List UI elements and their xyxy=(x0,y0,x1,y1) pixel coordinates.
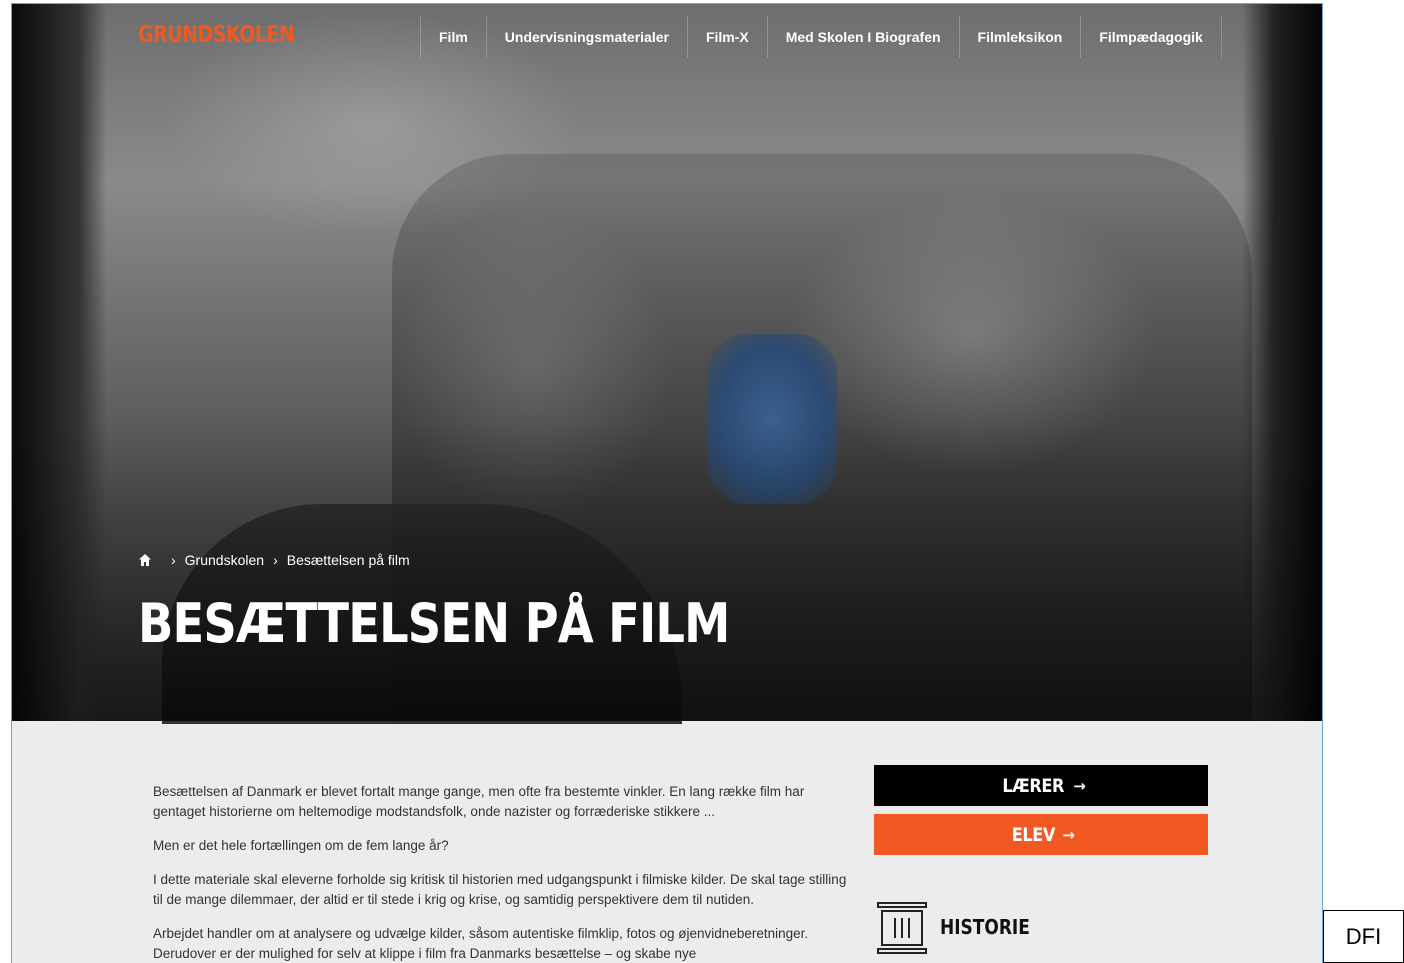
nav-item-med-skolen-i-biografen[interactable]: Med Skolen I Biografen xyxy=(766,16,959,58)
home-icon[interactable] xyxy=(138,553,152,567)
arrow-right-icon: → xyxy=(1062,825,1075,844)
page-title: BESÆTTELSEN PÅ FILM xyxy=(138,592,730,655)
nav-item-film-x[interactable]: Film-X xyxy=(686,16,767,58)
corner-label: DFI xyxy=(1323,910,1404,963)
student-button-label: ELEV xyxy=(1011,823,1055,846)
breadcrumb: › Grundskolen › Besættelsen på film xyxy=(138,552,410,568)
teacher-button-label: LÆRER xyxy=(1002,774,1064,797)
column-icon xyxy=(876,899,928,955)
intro-paragraph: Men er det hele fortællingen om de fem l… xyxy=(153,838,449,853)
arrow-right-icon: → xyxy=(1073,776,1086,795)
subject-link-historie[interactable]: HISTORIE xyxy=(876,899,1046,955)
site-logo[interactable]: GRUNDSKOLEN xyxy=(138,22,295,48)
chevron-right-icon: › xyxy=(273,552,278,568)
student-button[interactable]: ELEV → xyxy=(874,814,1208,855)
intro-paragraph: Arbejdet handler om at analysere og udvæ… xyxy=(153,926,809,961)
nav-item-filmpaedagogik[interactable]: Filmpædagogik xyxy=(1080,16,1222,58)
page-frame: GRUNDSKOLEN Film Undervisningsmaterialer… xyxy=(11,3,1323,963)
intro-text: Besættelsen af Danmark er blevet fortalt… xyxy=(153,782,848,963)
hero-shade xyxy=(12,421,1322,721)
intro-paragraph: I dette materiale skal eleverne forholde… xyxy=(153,872,847,907)
chevron-right-icon: › xyxy=(171,552,176,568)
nav-item-undervisningsmaterialer[interactable]: Undervisningsmaterialer xyxy=(485,16,687,58)
breadcrumb-item-grundskolen[interactable]: Grundskolen xyxy=(185,552,264,568)
teacher-button[interactable]: LÆRER → xyxy=(874,765,1208,806)
nav-item-filmleksikon[interactable]: Filmleksikon xyxy=(958,16,1081,58)
intro-paragraph: Besættelsen af Danmark er blevet fortalt… xyxy=(153,784,805,819)
subject-label: HISTORIE xyxy=(940,915,1030,939)
breadcrumb-item-current: Besættelsen på film xyxy=(286,552,410,568)
nav-item-film[interactable]: Film xyxy=(420,16,486,58)
main-nav: Film Undervisningsmaterialer Film-X Med … xyxy=(420,16,1222,58)
